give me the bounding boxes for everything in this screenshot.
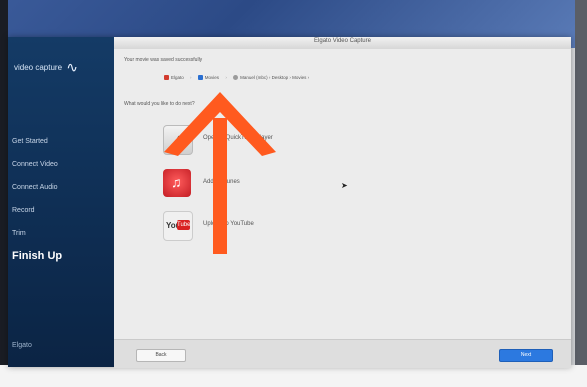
annotation-arrow-icon bbox=[164, 92, 276, 254]
